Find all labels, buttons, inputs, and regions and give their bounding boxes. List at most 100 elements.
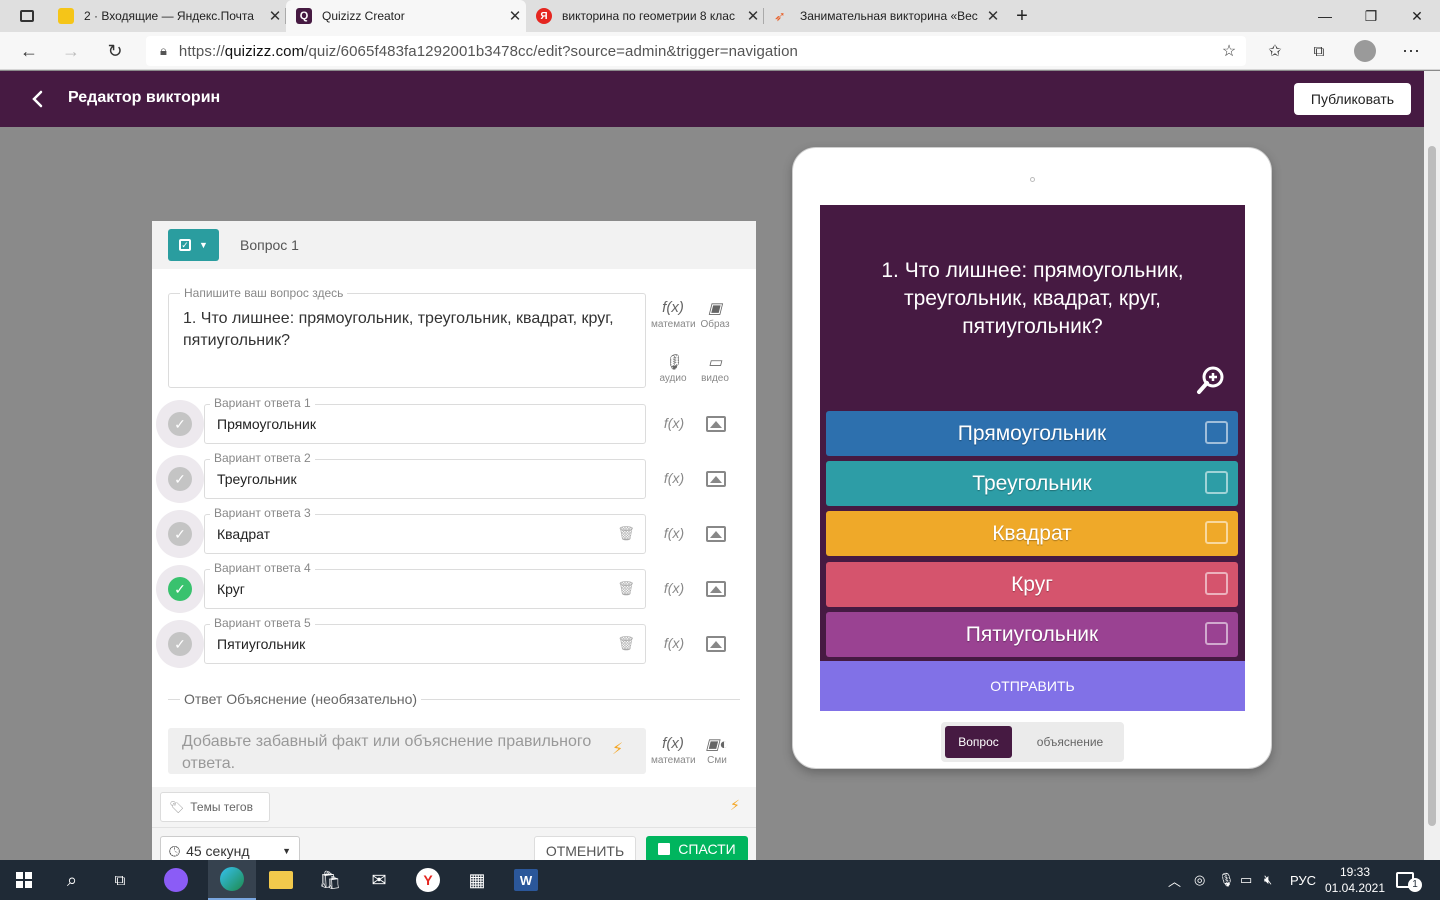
math-tool[interactable]: f(x) математи	[651, 299, 695, 330]
checkbox[interactable]	[1205, 622, 1228, 645]
checkbox[interactable]	[1205, 421, 1228, 444]
answer-input[interactable]: Круг 🗑︎	[204, 569, 646, 609]
mark-correct-toggle[interactable]: ✓	[156, 455, 204, 503]
close-window-button[interactable]: ✕	[1394, 0, 1440, 32]
submit-button[interactable]: ОТПРАВИТЬ	[820, 661, 1245, 711]
page-scrollbar[interactable]	[1424, 71, 1440, 860]
mail-icon[interactable]: ✉︎	[355, 860, 403, 900]
save-button[interactable]: СПАСТИ	[646, 836, 748, 860]
trash-icon[interactable]: 🗑︎	[617, 580, 635, 597]
tab-geometry-quiz[interactable]: Я викторина по геометрии 8 клас ✕	[526, 0, 764, 32]
function-icon[interactable]: f(x)	[659, 470, 689, 486]
image-icon[interactable]	[706, 526, 726, 542]
page-title: Редактор викторин	[68, 89, 221, 106]
checkbox[interactable]	[1205, 471, 1228, 494]
scroll-thumb[interactable]	[1428, 146, 1436, 826]
image-icon[interactable]	[706, 636, 726, 652]
forward-arrow-icon[interactable]: →	[56, 36, 86, 66]
tab-actions-button[interactable]	[8, 0, 48, 32]
task-view-icon[interactable]: ⧉	[96, 860, 144, 900]
function-icon[interactable]: f(x)	[659, 635, 689, 651]
answer-input[interactable]: Прямоугольник	[204, 404, 646, 444]
checkbox[interactable]	[1205, 572, 1228, 595]
clock[interactable]: 19:33 01.04.2021	[1320, 864, 1390, 896]
mode-question-button[interactable]: Вопрос	[945, 726, 1012, 758]
close-tab-icon[interactable]: ✕	[742, 7, 764, 25]
microphone-tray-icon[interactable]: 🎙︎	[1218, 860, 1235, 900]
answer-input[interactable]: Квадрат 🗑︎	[204, 514, 646, 554]
mark-correct-toggle[interactable]: ✓	[156, 620, 204, 668]
camera-tray-icon[interactable]: ◎	[1194, 860, 1205, 900]
trash-icon[interactable]: 🗑︎	[617, 635, 635, 652]
maximize-button[interactable]: ❐	[1348, 0, 1394, 32]
lightning-icon[interactable]: ⚡︎	[730, 797, 740, 814]
url-field[interactable]: 🔒︎ https://quizizz.com/quiz/6065f483fa12…	[146, 36, 1246, 66]
mode-explanation-button[interactable]: объяснение	[1023, 726, 1117, 758]
tray-chevron-icon[interactable]: ︿	[1168, 860, 1181, 900]
answer-input[interactable]: Пятиугольник 🗑︎	[204, 624, 646, 664]
tab-quizizz-creator[interactable]: Q Quizizz Creator ✕	[286, 0, 526, 32]
image-tool-label: Образ	[700, 319, 730, 330]
timer-select[interactable]: 🕓︎ 45 секунд ▼	[160, 836, 300, 860]
minimize-button[interactable]: —	[1302, 0, 1348, 32]
trash-icon[interactable]: 🗑︎	[617, 525, 635, 542]
function-icon[interactable]: f(x)	[659, 580, 689, 596]
explanation-input[interactable]: Добавьте забавный факт или объяснение пр…	[168, 728, 646, 774]
collections-icon[interactable]: ⧉	[1304, 36, 1334, 66]
mark-correct-toggle[interactable]: ✓	[156, 510, 204, 558]
answer-input[interactable]: Треугольник	[204, 459, 646, 499]
tab-fun-quiz[interactable]: ➶ Занимательная викторина «Вес ✕	[764, 0, 1004, 32]
preview-option[interactable]: Пятиугольник	[826, 612, 1238, 657]
favorites-icon[interactable]: ✩	[1260, 36, 1290, 66]
tags-button[interactable]: 🏷︎ Темы тегов	[160, 792, 270, 822]
video-tool-label: видео	[701, 373, 729, 384]
preview-option[interactable]: Квадрат	[826, 511, 1238, 556]
image-icon[interactable]	[706, 581, 726, 597]
network-icon[interactable]: ▭	[1240, 860, 1252, 900]
mark-correct-toggle[interactable]: ✓	[156, 400, 204, 448]
explanation-math-tool[interactable]: f(x) математи	[651, 735, 696, 766]
volume-muted-icon[interactable]: 🔇︎	[1264, 860, 1272, 900]
tab-yandex-mail[interactable]: 2 · Входящие — Яндекс.Почта ✕	[48, 0, 286, 32]
store-icon[interactable]: 🛍︎	[306, 860, 354, 900]
question-input[interactable]: 1. Что лишнее: прямоугольник, треугольни…	[168, 293, 646, 388]
image-tool[interactable]: ▣ Образ	[693, 299, 737, 330]
checkbox[interactable]	[1205, 521, 1228, 544]
function-icon[interactable]: f(x)	[659, 525, 689, 541]
question-type-dropdown[interactable]: ✓ ▼	[168, 229, 219, 261]
profile-avatar[interactable]	[1350, 36, 1380, 66]
image-icon[interactable]	[706, 416, 726, 432]
cancel-button[interactable]: ОТМЕНИТЬ	[534, 836, 636, 860]
notifications-icon[interactable]: 1	[1396, 860, 1422, 900]
preview-option[interactable]: Прямоугольник	[826, 411, 1238, 456]
audio-tool[interactable]: 🎙︎ аудио	[651, 353, 695, 384]
mark-correct-toggle[interactable]: ✓	[156, 565, 204, 613]
edge-browser-icon[interactable]	[208, 860, 256, 900]
close-tab-icon[interactable]: ✕	[264, 7, 286, 25]
add-favorite-icon[interactable]: ☆	[1214, 36, 1244, 66]
close-tab-icon[interactable]: ✕	[982, 7, 1004, 25]
video-tool[interactable]: ▭ видео	[693, 353, 737, 384]
image-icon[interactable]	[706, 471, 726, 487]
alice-assistant-icon[interactable]	[152, 860, 200, 900]
reload-icon[interactable]: ↻	[100, 36, 130, 66]
calculator-icon[interactable]: ▦	[453, 860, 501, 900]
preview-option[interactable]: Треугольник	[826, 461, 1238, 506]
more-menu-icon[interactable]: ⋯	[1396, 36, 1426, 66]
search-icon[interactable]: ⌕	[48, 860, 96, 900]
zoom-in-icon[interactable]	[1196, 365, 1226, 395]
chevron-left-icon[interactable]	[26, 85, 50, 113]
publish-button[interactable]: Публиковать	[1294, 83, 1411, 115]
back-arrow-icon[interactable]: ←	[14, 36, 44, 66]
function-icon[interactable]: f(x)	[659, 415, 689, 431]
close-tab-icon[interactable]: ✕	[504, 7, 526, 25]
language-indicator[interactable]: РУС	[1290, 860, 1316, 900]
yandex-browser-icon[interactable]: Y	[404, 860, 452, 900]
new-tab-button[interactable]: +	[1004, 0, 1040, 32]
preview-option[interactable]: Круг	[826, 562, 1238, 607]
lightning-icon[interactable]: ⚡︎	[612, 739, 623, 759]
file-explorer-icon[interactable]	[257, 860, 305, 900]
explanation-media-tool[interactable]: ▣◐ Сми	[695, 735, 739, 766]
word-icon[interactable]: W	[502, 860, 550, 900]
windows-start-icon[interactable]	[0, 860, 48, 900]
